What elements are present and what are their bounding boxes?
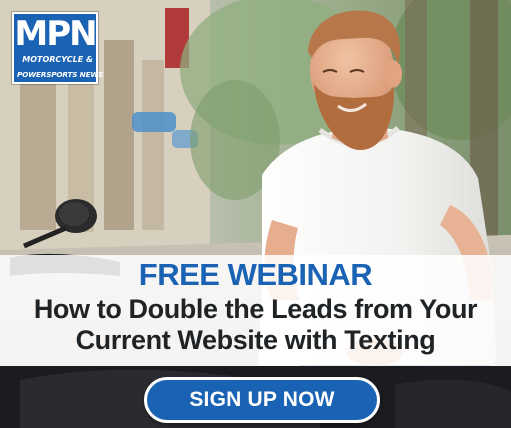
- ad-headline-line1: How to Double the Leads from Your: [33, 294, 478, 324]
- logo-subtitle-line1: MOTORCYCLE &: [22, 55, 93, 64]
- ad-headline: How to Double the Leads from Your Curren…: [0, 294, 511, 356]
- ad-headline-line2: Current Website with Texting: [75, 325, 436, 355]
- ad-banner: FREE WEBINAR How to Double the Leads fro…: [0, 255, 511, 366]
- logo-mark: MPN: [14, 14, 97, 54]
- logo-subtitle-line2: POWERSPORTS NEWS: [17, 70, 104, 79]
- mpn-logo: MPN MOTORCYCLE & POWERSPORTS NEWS: [12, 12, 104, 84]
- sign-up-button[interactable]: SIGN UP NOW: [144, 377, 380, 423]
- webinar-ad[interactable]: MPN MOTORCYCLE & POWERSPORTS NEWS FREE W…: [0, 0, 511, 428]
- ad-kicker: FREE WEBINAR: [138, 257, 373, 292]
